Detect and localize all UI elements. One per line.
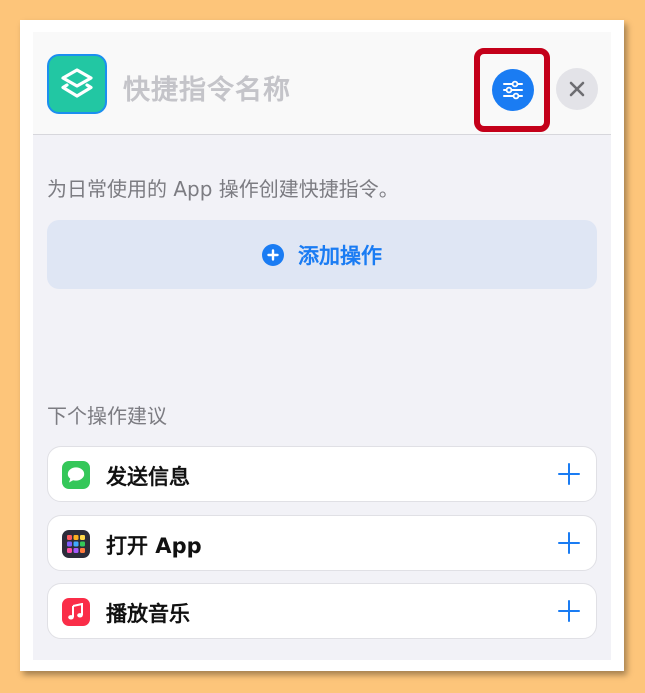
suggestion-row-send-message[interactable]: 发送信息 [47, 446, 597, 502]
app-grid-icon [62, 530, 90, 558]
suggestion-row-play-music[interactable]: 播放音乐 [47, 583, 597, 639]
editor-description: 为日常使用的 App 操作创建快捷指令。 [47, 177, 399, 201]
close-icon [569, 81, 585, 97]
messages-icon [62, 461, 90, 489]
suggestion-label: 发送信息 [106, 465, 190, 489]
shortcut-name-field[interactable]: 快捷指令名称 [123, 68, 291, 107]
suggestion-label: 打开 App [106, 534, 202, 558]
add-suggestion-icon[interactable] [556, 596, 582, 626]
add-suggestion-icon[interactable] [556, 459, 582, 489]
add-suggestion-icon[interactable] [556, 528, 582, 558]
suggestions-heading: 下个操作建议 [47, 404, 167, 428]
plus-circle-icon [262, 243, 284, 266]
suggestion-row-open-app[interactable]: 打开 App [47, 515, 597, 571]
editor-header: 快捷指令名称 [33, 32, 611, 135]
music-icon [62, 598, 90, 626]
shortcuts-app-icon[interactable] [47, 54, 107, 114]
close-button[interactable] [556, 68, 598, 110]
add-action-button[interactable]: 添加操作 [47, 220, 597, 289]
annotation-highlight-box [474, 48, 550, 132]
suggestion-label: 播放音乐 [106, 602, 190, 626]
shortcuts-logo-icon [61, 68, 93, 98]
shortcut-editor-sheet: 快捷指令名称 为日常使用的 App 操作创建快捷指令。 添加操作 下个操作建议 … [33, 32, 611, 660]
add-action-label: 添加操作 [298, 243, 382, 268]
